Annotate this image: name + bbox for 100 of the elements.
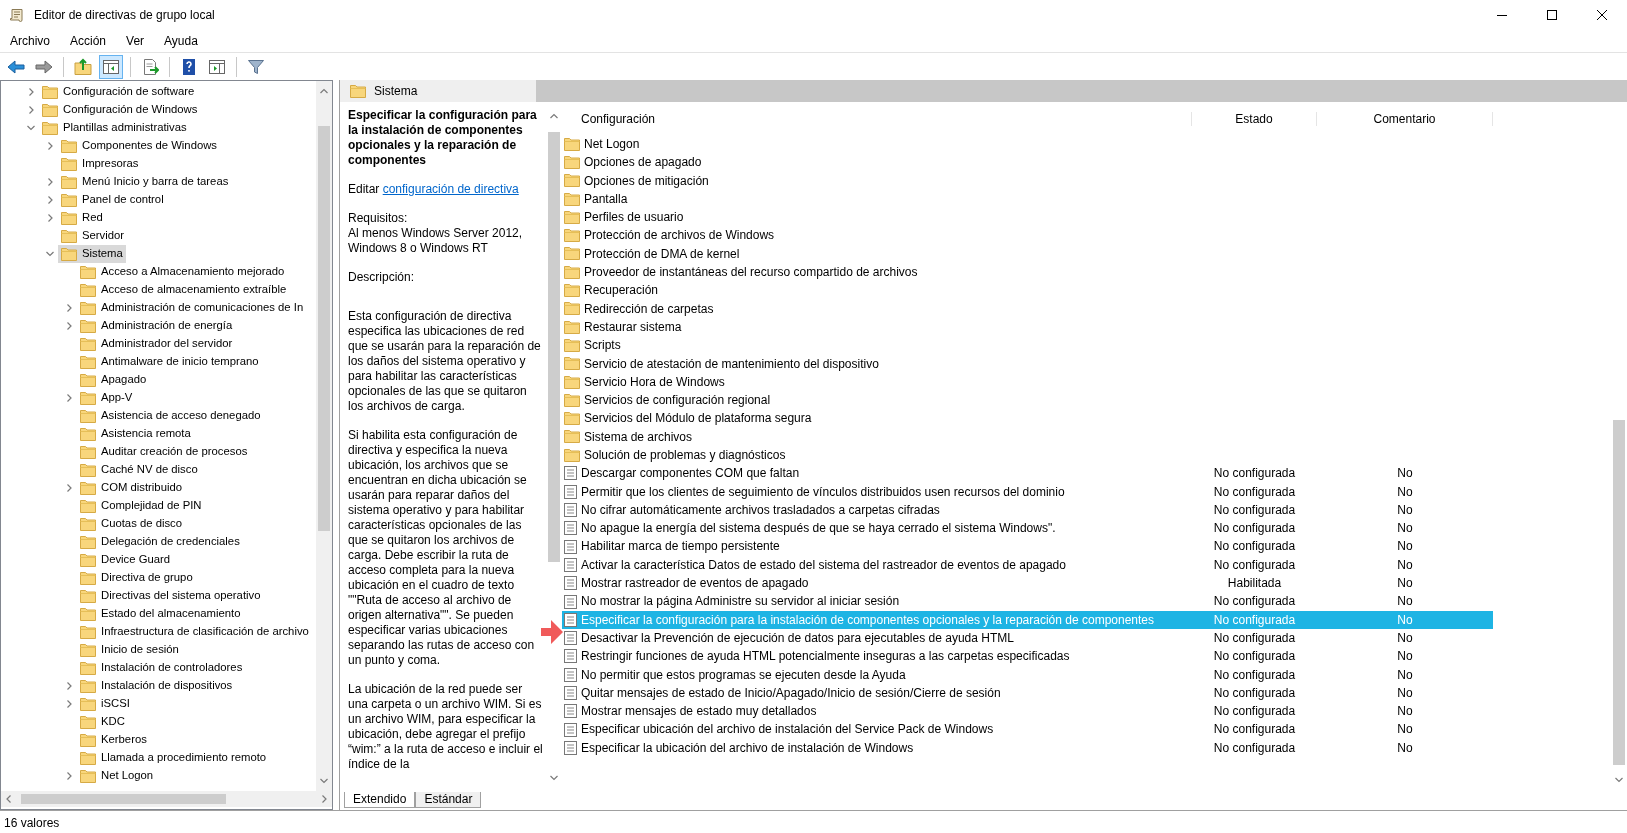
list-row[interactable]: Especificar ubicación del archivo de instalación del Service Pack de Windows No configurada No xyxy=(562,720,1493,739)
column-header[interactable]: Configuración xyxy=(562,111,1192,126)
list-row[interactable]: No apague la energía del sistema después de que se haya cerrado el sistema Windows". No configurada No xyxy=(562,519,1493,538)
tree-item[interactable]: Panel de control xyxy=(58,191,167,209)
list-row[interactable]: Desactivar la Prevención de ejecución de datos para ejecutables de ayuda HTML No configurada No xyxy=(562,629,1493,648)
tree-item[interactable]: Delegación de credenciales xyxy=(77,533,243,551)
list-row[interactable]: No cifrar automáticamente archivos trasladados a carpetas cifradas No configurada No xyxy=(562,500,1493,520)
tree-item[interactable]: Device Guard xyxy=(77,551,174,569)
tree-item[interactable]: Directivas del sistema operativo xyxy=(77,587,264,605)
tree-item[interactable]: Apagado xyxy=(77,371,150,389)
list-row[interactable]: Servicio Hora de Windows xyxy=(562,372,1493,392)
chevron-right-icon[interactable] xyxy=(46,214,54,222)
list-row[interactable]: Opciones de apagado xyxy=(562,153,1493,172)
tree-item[interactable]: Estado del almacenamiento xyxy=(77,605,244,623)
menu-item[interactable]: Acción xyxy=(60,30,117,52)
tree-item[interactable]: Directiva de grupo xyxy=(77,569,196,587)
list-row[interactable]: Recuperación xyxy=(562,281,1493,300)
horizontal-scrollbar[interactable] xyxy=(1,791,332,807)
tree-item[interactable]: Configuración de Windows xyxy=(39,101,201,119)
tree-item[interactable]: Impresoras xyxy=(58,155,142,173)
menu-item[interactable]: Ver xyxy=(116,30,155,52)
tree-item[interactable]: Plantillas administrativas xyxy=(39,119,190,137)
chevron-down-icon[interactable] xyxy=(550,774,558,782)
tree-item[interactable]: Menú Inicio y barra de tareas xyxy=(58,173,232,191)
list-row[interactable]: Descargar componentes COM que faltan No configurada No xyxy=(562,464,1493,483)
tree-item[interactable]: Acceso a Almacenamiento mejorado xyxy=(77,263,288,281)
tree-item[interactable]: Instalación de dispositivos xyxy=(77,677,236,695)
view-tab[interactable]: Estándar xyxy=(415,792,482,808)
tree-item[interactable]: Configuración de software xyxy=(39,83,198,101)
column-header[interactable]: Comentario xyxy=(1317,111,1493,126)
list-row[interactable]: Protección de archivos de Windows xyxy=(562,226,1493,245)
tree-item[interactable]: Administrador del servidor xyxy=(77,335,236,353)
menu-item[interactable]: Archivo xyxy=(0,30,60,52)
list-row[interactable]: Solución de problemas y diagnósticos xyxy=(562,446,1493,465)
tree-item[interactable]: COM distribuido xyxy=(77,479,185,497)
chevron-right-icon[interactable] xyxy=(65,304,73,312)
list-row[interactable]: Redirección de carpetas xyxy=(562,299,1493,318)
list-row[interactable]: Servicios de configuración regional xyxy=(562,391,1493,410)
list-row[interactable]: No mostrar la página Administre su servidor al iniciar sesión No configurada No xyxy=(562,592,1493,611)
tree-item[interactable]: KDC xyxy=(77,713,128,731)
tree-item[interactable]: Instalación de controladores xyxy=(77,659,246,677)
list-row[interactable]: Activar la característica Datos de estado del sistema del rastreador de eventos de apagado No configurada No xyxy=(562,555,1493,575)
tree-item[interactable]: Asistencia de acceso denegado xyxy=(77,407,264,425)
chevron-right-icon[interactable] xyxy=(65,772,73,780)
tree-item[interactable]: Asistencia remota xyxy=(77,425,194,443)
list-row[interactable]: Especificar la ubicación del archivo de instalación de Windows No configurada No xyxy=(562,738,1493,758)
chevron-down-icon[interactable] xyxy=(46,250,54,258)
tree-item[interactable]: Auditar creación de procesos xyxy=(77,443,251,461)
scrollbar[interactable] xyxy=(316,81,332,791)
tree-item[interactable]: Complejidad de PIN xyxy=(77,497,205,515)
tree-item[interactable]: Sistema xyxy=(58,245,126,263)
tree-item[interactable]: Antimalware de inicio temprano xyxy=(77,353,262,371)
chevron-right-icon[interactable] xyxy=(46,142,54,150)
menu-item[interactable]: Ayuda xyxy=(154,30,208,52)
tree-item[interactable]: Infraestructura de clasificación de archivo xyxy=(77,623,312,641)
list-row[interactable]: Habilitar marca de tiempo persistente No configurada No xyxy=(562,537,1493,556)
chevron-down-icon[interactable] xyxy=(1615,776,1623,784)
tree-item[interactable]: Acceso de almacenamiento extraíble xyxy=(77,281,290,299)
chevron-right-icon[interactable] xyxy=(46,196,54,204)
list-row[interactable]: Mostrar rastreador de eventos de apagado Habilitada No xyxy=(562,574,1493,593)
chevron-right-icon[interactable] xyxy=(27,88,35,96)
tree-item[interactable]: Administración de energía xyxy=(77,317,236,335)
chevron-up-icon[interactable] xyxy=(320,87,328,95)
tree-item[interactable]: Componentes de Windows xyxy=(58,137,220,155)
chevron-right-icon[interactable] xyxy=(27,106,35,114)
list-row[interactable]: No permitir que estos programas se ejecuten desde la Ayuda No configurada No xyxy=(562,665,1493,684)
list-row[interactable]: Perfiles de usuario xyxy=(562,208,1493,227)
list-row[interactable]: Mostrar mensajes de estado muy detallados No configurada No xyxy=(562,702,1493,721)
tree-item[interactable]: Red xyxy=(58,209,106,227)
tree-item[interactable]: iSCSI xyxy=(77,695,133,713)
tree-item[interactable]: Servidor xyxy=(58,227,128,245)
list-row[interactable]: Quitar mensajes de estado de Inicio/Apagado/Inicio de sesión/Cierre de sesión No configurada No xyxy=(562,683,1493,703)
list-row[interactable]: Protección de DMA de kernel xyxy=(562,244,1493,264)
list-row[interactable]: Servicios del Módulo de plataforma segura xyxy=(562,409,1493,428)
chevron-down-icon[interactable] xyxy=(27,124,35,132)
list-row[interactable]: Restaurar sistema xyxy=(562,317,1493,337)
list-row[interactable]: Restringir funciones de ayuda HTML potencialmente inseguras a las carpetas especificadas No configurada No xyxy=(562,647,1493,666)
tree-item[interactable]: Administración de comunicaciones de In xyxy=(77,299,307,317)
tree-item[interactable]: Llamada a procedimiento remoto xyxy=(77,749,270,767)
tree-item[interactable]: Net Logon xyxy=(77,767,157,785)
tree-item[interactable]: Kerberos xyxy=(77,731,150,749)
policy-settings-link[interactable]: configuración de directiva xyxy=(382,182,519,196)
view-tab[interactable]: Extendido xyxy=(344,792,416,808)
console-tree-button[interactable] xyxy=(99,54,123,79)
chevron-right-icon[interactable] xyxy=(65,484,73,492)
list-row[interactable]: Opciones de mitigación xyxy=(562,171,1493,190)
tree-item[interactable]: Inicio de sesión xyxy=(77,641,182,659)
chevron-right-icon[interactable] xyxy=(65,682,73,690)
chevron-right-icon[interactable] xyxy=(65,394,73,402)
tree-item[interactable]: Cuotas de disco xyxy=(77,515,185,533)
chevron-right-icon[interactable] xyxy=(46,178,54,186)
list-row[interactable]: Net Logon xyxy=(562,135,1493,154)
tree-item[interactable]: Caché NV de disco xyxy=(77,461,201,479)
column-header[interactable]: Estado xyxy=(1192,111,1317,126)
tree-item[interactable]: App-V xyxy=(77,389,136,407)
list-row[interactable]: Proveedor de instantáneas del recurso compartido de archivos xyxy=(562,263,1493,282)
chevron-right-icon[interactable] xyxy=(65,700,73,708)
list-row[interactable]: Scripts xyxy=(562,336,1493,355)
list-row[interactable]: Permitir que los clientes de seguimiento de vínculos distribuidos usen recursos del dominio No configurada No xyxy=(562,482,1493,501)
chevron-up-icon[interactable] xyxy=(550,112,558,120)
